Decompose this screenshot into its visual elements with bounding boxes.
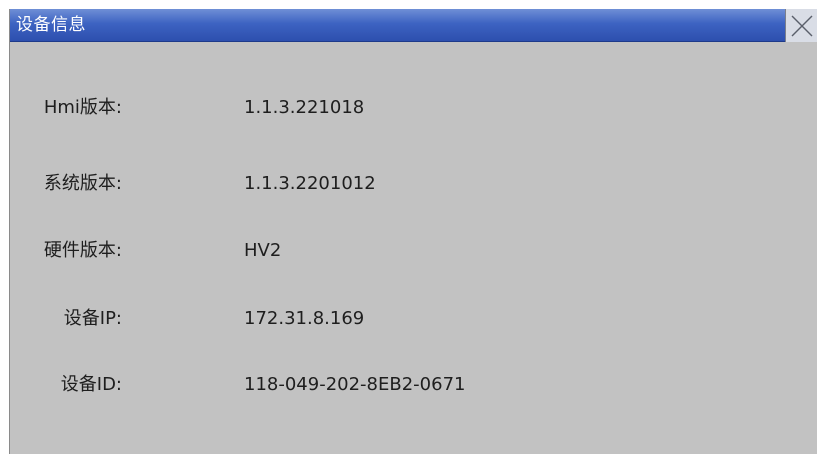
system-version-value: 1.1.3.2201012 (244, 173, 376, 194)
close-button[interactable] (785, 9, 817, 42)
close-icon (791, 15, 813, 36)
hardware-version-row: 硬件版本: HV2 (10, 238, 710, 264)
title-bar[interactable]: 设备信息 (10, 9, 817, 42)
device-ip-label: 设备IP: (63, 308, 122, 329)
hmi-version-row: Hmi版本: 1.1.3.221018 (10, 95, 710, 121)
device-id-label: 设备ID: (60, 374, 122, 395)
hmi-version-value: 1.1.3.221018 (244, 97, 365, 118)
hardware-version-value: HV2 (244, 240, 282, 261)
device-id-row: 设备ID: 118-049-202-8EB2-0671 (10, 372, 710, 398)
dialog-title: 设备信息 (16, 15, 86, 35)
hardware-version-label: 硬件版本: (43, 240, 122, 261)
system-version-label: 系统版本: (43, 173, 122, 194)
device-ip-row: 设备IP: 172.31.8.169 (10, 306, 710, 332)
system-version-row: 系统版本: 1.1.3.2201012 (10, 171, 710, 197)
device-id-value: 118-049-202-8EB2-0671 (244, 374, 466, 395)
hmi-version-label: Hmi版本: (43, 97, 122, 118)
device-ip-value: 172.31.8.169 (244, 308, 365, 329)
device-info-dialog: 设备信息 Hmi版本: 1.1.3.221018 系统版本: 1.1.3.220… (9, 9, 817, 454)
